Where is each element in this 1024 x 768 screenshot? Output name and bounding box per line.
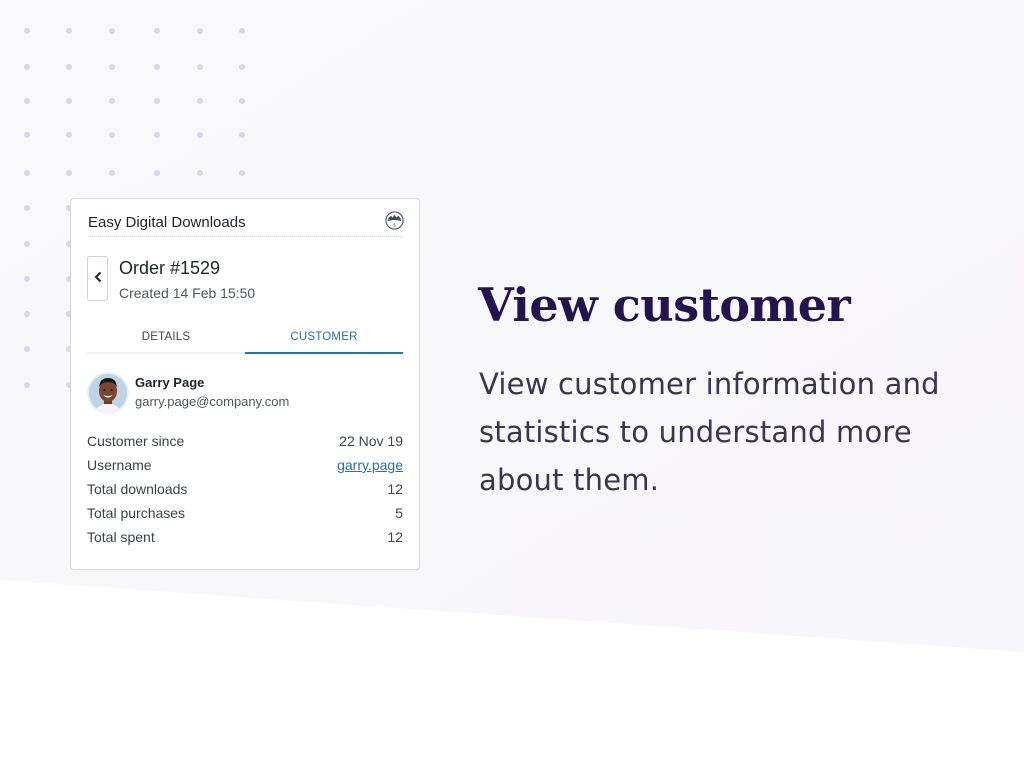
avatar xyxy=(87,372,129,414)
decorative-dot xyxy=(109,98,115,104)
decorative-dot xyxy=(197,64,203,70)
decorative-dot xyxy=(24,205,30,211)
order-title: Order #1529 xyxy=(119,258,221,278)
decorative-dot xyxy=(154,170,160,176)
chevron-left-icon xyxy=(94,270,102,288)
hero-description: View customer information and statistics… xyxy=(479,367,940,497)
decorative-dot xyxy=(24,346,30,352)
decorative-dot xyxy=(24,276,30,282)
decorative-dot xyxy=(154,64,160,70)
decorative-dot xyxy=(109,132,115,138)
stat-label: Username xyxy=(87,457,152,473)
order-created: Created 14 Feb 15:50 xyxy=(119,285,256,301)
decorative-dot xyxy=(239,28,245,34)
stat-value: 22 Nov 19 xyxy=(339,433,403,449)
decorative-dot xyxy=(154,28,160,34)
decorative-dot xyxy=(239,64,245,70)
app-name: Easy Digital Downloads xyxy=(88,214,246,231)
tab-details[interactable]: DETAILS xyxy=(87,323,245,354)
order-card: Easy Digital Downloads $ Order #1529 Cre… xyxy=(70,198,420,570)
decorative-dot xyxy=(197,98,203,104)
decorative-dot xyxy=(66,64,72,70)
decorative-dot xyxy=(66,170,72,176)
stat-row-total-downloads: Total downloads 12 xyxy=(87,477,403,501)
edd-logo-icon: $ xyxy=(385,211,404,230)
decorative-dot xyxy=(154,132,160,138)
stat-value: 12 xyxy=(387,481,403,497)
decorative-dot xyxy=(109,28,115,34)
decorative-dot xyxy=(154,98,160,104)
svg-text:$: $ xyxy=(393,223,396,229)
tab-customer[interactable]: CUSTOMER xyxy=(245,323,403,354)
customer-stats: Customer since 22 Nov 19 Username garry.… xyxy=(87,429,403,549)
decorative-dot xyxy=(109,170,115,176)
decorative-dot xyxy=(197,170,203,176)
decorative-dot xyxy=(66,132,72,138)
customer-email: garry.page@company.com xyxy=(135,394,290,409)
stat-row-total-purchases: Total purchases 5 xyxy=(87,501,403,525)
decorative-dot xyxy=(109,64,115,70)
username-link[interactable]: garry.page xyxy=(337,457,403,473)
decorative-dot xyxy=(197,132,203,138)
decorative-dot xyxy=(197,28,203,34)
decorative-dot xyxy=(24,170,30,176)
stat-row-username: Username garry.page xyxy=(87,453,403,477)
decorative-dot xyxy=(24,98,30,104)
decorative-dot xyxy=(239,132,245,138)
stat-value: 12 xyxy=(387,529,403,545)
customer-name: Garry Page xyxy=(135,375,205,390)
stat-label: Total spent xyxy=(87,529,155,545)
stat-label: Total downloads xyxy=(87,481,188,497)
decorative-dot xyxy=(66,28,72,34)
decorative-dot xyxy=(24,382,30,388)
decorative-dot xyxy=(24,64,30,70)
decorative-dot xyxy=(24,28,30,34)
customer-summary: Garry Page garry.page@company.com xyxy=(87,371,403,415)
back-button[interactable] xyxy=(87,256,108,301)
decorative-dot xyxy=(239,98,245,104)
stat-row-total-spent: Total spent 12 xyxy=(87,525,403,549)
card-header: Easy Digital Downloads $ xyxy=(88,209,404,237)
decorative-dot xyxy=(239,170,245,176)
hero-title: View customer xyxy=(478,278,851,332)
stat-value: 5 xyxy=(395,505,403,521)
stat-label: Customer since xyxy=(87,433,185,449)
stat-row-customer-since: Customer since 22 Nov 19 xyxy=(87,429,403,453)
tab-bar: DETAILS CUSTOMER xyxy=(87,323,403,354)
decorative-dot xyxy=(66,98,72,104)
decorative-dot xyxy=(24,311,30,317)
stat-label: Total purchases xyxy=(87,505,186,521)
decorative-dot xyxy=(24,132,30,138)
decorative-dot xyxy=(24,241,30,247)
